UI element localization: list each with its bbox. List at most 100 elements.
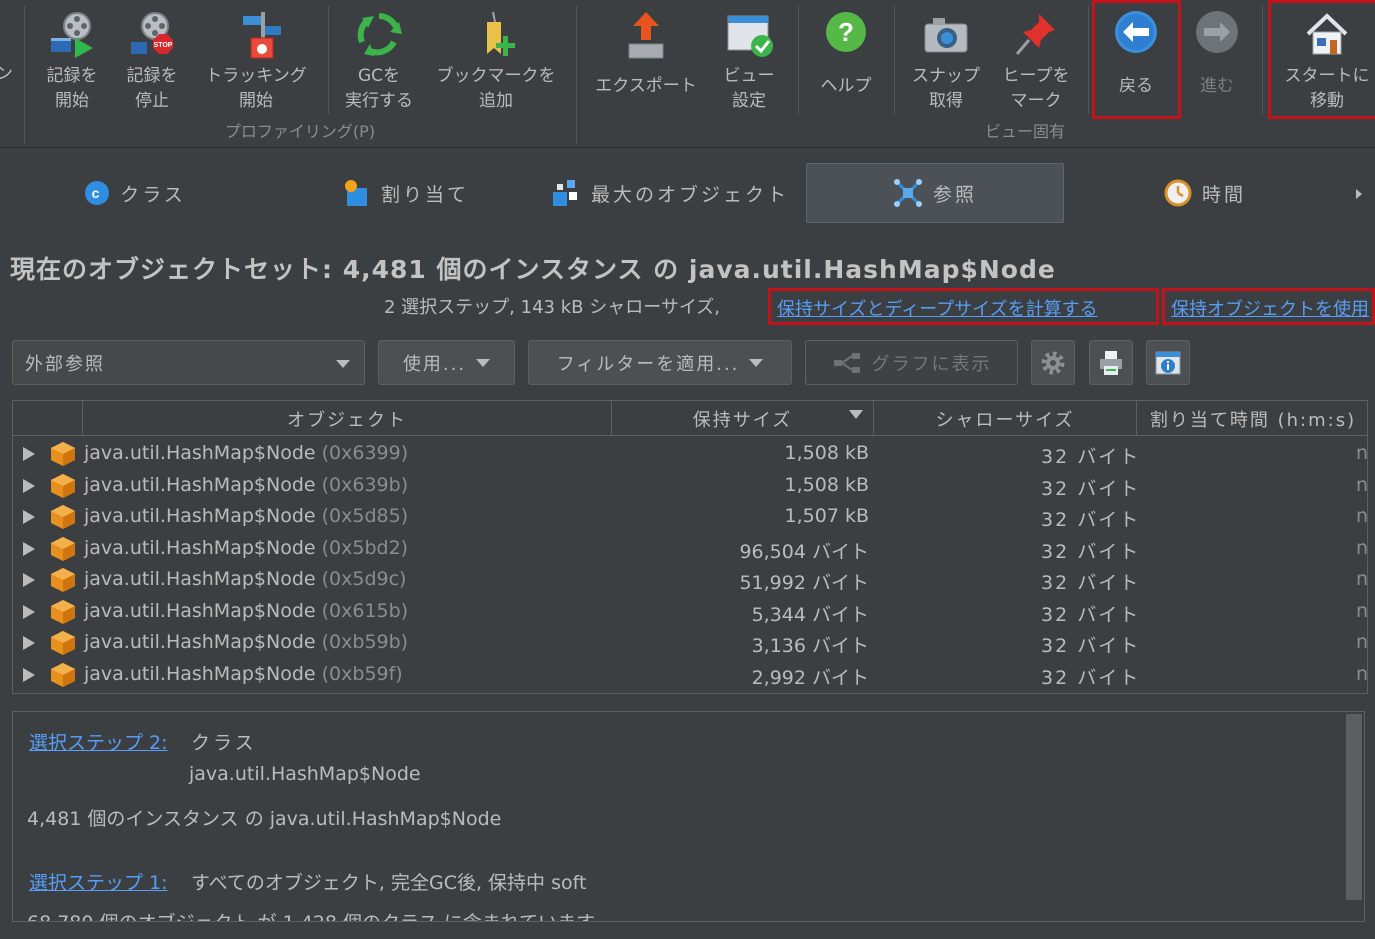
tab-time[interactable]: 時間: [1150, 163, 1260, 223]
column-header-retained-size[interactable]: 保持サイズ: [612, 401, 874, 436]
view-tabs: c クラス 割り当て 最大のオブジェクト 参照 時間: [0, 148, 1375, 238]
tab-references[interactable]: 参照: [806, 163, 1064, 223]
retained-size-cell: 1,507 kB: [784, 505, 869, 527]
allocation-icon: [344, 180, 367, 206]
show-in-graph-label: グラフに表示: [871, 353, 992, 375]
column-header-shallow-size[interactable]: シャローサイズ: [874, 401, 1137, 436]
view-settings-button[interactable]: ビュー 設定: [708, 0, 790, 118]
table-row[interactable]: java.util.HashMap$Node (0xb59b) 3,136 バイト…: [13, 627, 1367, 659]
object-set-subline: 2 選択ステップ, 143 kB シャローサイズ, 保持サイズとディープサイズを…: [0, 292, 1369, 320]
add-bookmark-button[interactable]: ブックマークを 追加: [426, 0, 566, 118]
table-row[interactable]: java.util.HashMap$Node (0x615b) 5,344 バイト…: [13, 596, 1367, 628]
shallow-size-cell: 32 バイト: [1041, 603, 1141, 626]
bookmark-add-icon: [487, 11, 515, 56]
retained-size-header-label: 保持サイズ: [692, 409, 793, 431]
object-address: (0x639b): [315, 473, 409, 496]
start-tracking-button[interactable]: トラッキング 開始: [196, 0, 316, 118]
back-arrow-icon: [1115, 11, 1157, 53]
reference-type-dropdown[interactable]: 外部参照: [12, 340, 365, 385]
mark-heap-button[interactable]: ヒープを マーク: [990, 0, 1082, 118]
shallow-size-cell: 32 バイト: [1041, 666, 1141, 689]
use-retained-objects-link[interactable]: 保持オブジェクトを使用: [1171, 295, 1369, 321]
toolbar-separator: [328, 6, 329, 114]
expand-arrow-icon[interactable]: [23, 636, 35, 650]
table-row[interactable]: java.util.HashMap$Node (0x6399) 1,508 kB 3…: [13, 438, 1367, 470]
forward-button[interactable]: 進む: [1178, 0, 1256, 118]
calculate-retained-sizes-link[interactable]: 保持サイズとディープサイズを計算する: [777, 295, 1098, 321]
chevron-down-icon: [336, 360, 350, 368]
expand-arrow-icon[interactable]: [23, 604, 35, 619]
object-instance-icon: [51, 568, 75, 592]
column-header-allocation-time[interactable]: 割り当て時間 (h:m:s): [1137, 401, 1367, 436]
expand-arrow-icon[interactable]: [23, 510, 35, 524]
graph-icon: [833, 352, 860, 373]
retained-size-cell: 1,508 kB: [784, 442, 869, 464]
back-button[interactable]: 戻る: [1094, 0, 1178, 118]
go-to-start-button[interactable]: スタートに 移動: [1272, 0, 1375, 118]
details-scrollbar[interactable]: [1346, 714, 1362, 900]
tabs-scroll-right-icon[interactable]: [1356, 189, 1362, 199]
retained-size-cell: 1,508 kB: [784, 473, 869, 496]
add-bookmark-label: ブックマークを 追加: [436, 66, 556, 111]
table-row[interactable]: java.util.HashMap$Node (0x5bd2) 96,504 バイ…: [13, 533, 1367, 565]
stop-recording-label: 記録を 停止: [126, 66, 178, 111]
expand-arrow-icon[interactable]: [23, 478, 35, 493]
start-recording-button[interactable]: 記録を 開始: [32, 0, 112, 118]
object-name: java.util.HashMap$Node (0x5bd2): [84, 537, 408, 559]
tab-allocations[interactable]: 割り当て: [330, 163, 480, 223]
apply-filter-button[interactable]: フィルターを適用...: [528, 340, 792, 385]
object-address: (0x5bd2): [315, 536, 409, 559]
class-icon: c: [85, 181, 110, 205]
print-button[interactable]: [1089, 340, 1133, 385]
expand-arrow-icon[interactable]: [23, 541, 35, 556]
shallow-size-cell: 32 バイト: [1041, 446, 1141, 468]
info-button[interactable]: [1146, 340, 1190, 385]
object-name: java.util.HashMap$Node (0x6399): [84, 442, 408, 464]
snapshot-button[interactable]: スナップ 取得: [904, 0, 988, 118]
view-settings-icon: [727, 15, 773, 57]
svg-text:?: ?: [838, 17, 854, 47]
camera-icon: [924, 18, 968, 53]
retained-size-cell: 51,992 バイト: [739, 572, 869, 594]
expand-arrow-icon[interactable]: [23, 667, 35, 682]
column-header-object[interactable]: オブジェクト: [83, 401, 612, 436]
selection-step-1-description: すべてのオブジェクト, 完全GC後, 保持中 soft: [191, 872, 587, 894]
table-row[interactable]: java.util.HashMap$Node (0xb59f) 2,992 バイト…: [13, 659, 1367, 691]
selection-step-2-kind: クラス: [191, 732, 257, 754]
objects-table: オブジェクト 保持サイズ シャローサイズ 割り当て時間 (h:m:s) java…: [12, 400, 1368, 694]
expand-arrow-icon[interactable]: [23, 573, 35, 587]
run-gc-button[interactable]: GCを 実行する: [336, 0, 422, 118]
tab-references-label: 参照: [932, 183, 977, 206]
stop-recording-button[interactable]: STOP 記録を 停止: [112, 0, 192, 118]
object-class: java.util.HashMap$Node: [84, 536, 316, 559]
expand-arrow-icon[interactable]: [23, 447, 35, 461]
help-icon: ?: [826, 12, 866, 52]
selection-step-1-link[interactable]: 選択ステップ 1:: [29, 868, 168, 895]
help-button[interactable]: ? ヘルプ: [804, 0, 888, 118]
selection-step-2-summary: 4,481 個のインスタンス の java.util.HashMap$Node: [27, 808, 502, 830]
object-instance-icon: [51, 662, 75, 687]
table-row[interactable]: java.util.HashMap$Node (0x639b) 1,508 kB 3…: [13, 470, 1367, 502]
show-in-graph-button[interactable]: グラフに表示: [805, 340, 1018, 385]
export-button[interactable]: エクスポート: [586, 0, 706, 118]
tab-classes[interactable]: c クラス: [60, 163, 210, 223]
allocation-time-cell: n: [1356, 536, 1368, 559]
tracking-icon: [243, 12, 281, 59]
settings-button[interactable]: [1031, 340, 1075, 385]
table-row[interactable]: java.util.HashMap$Node (0x5d85) 1,507 kB 3…: [13, 501, 1367, 533]
export-icon: [628, 12, 664, 59]
object-class: java.util.HashMap$Node: [84, 473, 316, 496]
selection-step-2-link[interactable]: 選択ステップ 2:: [29, 728, 168, 755]
object-name: java.util.HashMap$Node (0x5d85): [84, 505, 408, 527]
shallow-size-cell: 32 バイト: [1041, 477, 1141, 500]
svg-text:STOP: STOP: [154, 42, 173, 49]
gear-icon: [1041, 351, 1065, 374]
object-address: (0xb59b): [315, 631, 409, 653]
back-label: 戻る: [1119, 76, 1153, 96]
svg-text:c: c: [92, 185, 103, 201]
app-window: ン 記録を 開始 STOP 記録を 停止 トラッキング 開始 GCを 実行する …: [0, 0, 1375, 939]
table-row[interactable]: java.util.HashMap$Node (0x5d9c) 51,992 バイ…: [13, 564, 1367, 596]
tab-biggest-objects[interactable]: 最大のオブジェクト: [545, 163, 795, 223]
use-button[interactable]: 使用...: [378, 340, 515, 385]
run-gc-label: GCを 実行する: [345, 66, 413, 111]
